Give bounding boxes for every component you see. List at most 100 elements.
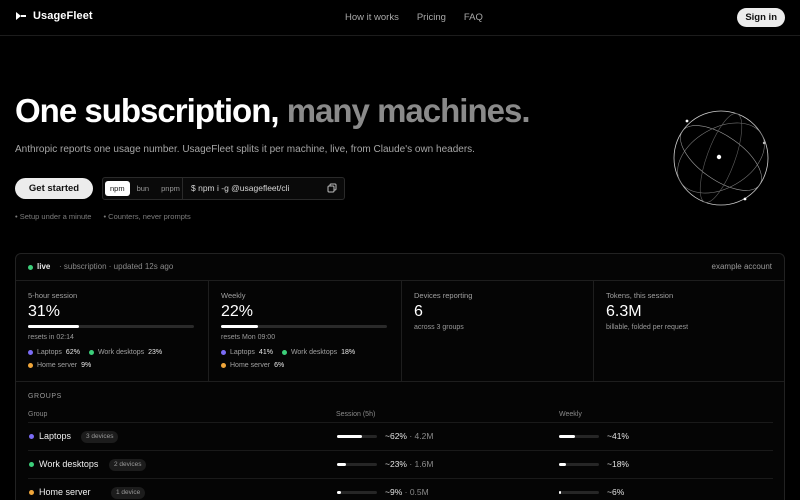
- usage-dashboard: live · subscription · updated 12s ago ex…: [15, 253, 785, 500]
- session-mini-fill: [337, 435, 362, 438]
- group-row-work-desktops[interactable]: Work desktops 2 devices ~23% · 1.6M ~18%: [28, 450, 773, 478]
- stats-row: 5-hour session 31% resets in 02:14 Lapto…: [16, 281, 784, 382]
- session-mini-bar: [337, 463, 377, 466]
- stat-meta: resets in 02:14: [28, 334, 74, 341]
- home-server-dot: [221, 363, 226, 368]
- stat-tokens: Tokens, this session 6.3M billable, fold…: [593, 281, 784, 382]
- weekly-mini-bar: [559, 435, 599, 438]
- weekly-mini-fill: [559, 491, 562, 494]
- column-header-weekly: Weekly: [559, 411, 582, 418]
- live-status-dot: [28, 265, 33, 270]
- tab-pnpm[interactable]: pnpm: [156, 181, 185, 196]
- brand[interactable]: UsageFleet: [15, 10, 93, 22]
- weekly-value: ~41%: [607, 431, 629, 441]
- note-counters: • Counters, never prompts: [103, 212, 191, 221]
- hero-title-main: One subscription,: [15, 92, 287, 129]
- stat-weekly: Weekly 22% resets Mon 09:00 Laptops 41% W…: [208, 281, 401, 382]
- session-pct: ~62%: [385, 431, 407, 441]
- live-meta: · subscription · updated 12s ago: [59, 262, 174, 271]
- column-header-group: Group: [28, 411, 48, 418]
- hero-subtitle: Anthropic reports one usage number. Usag…: [15, 144, 475, 155]
- stat-value: 22%: [221, 303, 254, 320]
- example-account-label: example account: [711, 262, 772, 271]
- split-row: Home server 9%: [28, 362, 100, 369]
- group-name: Work desktops: [39, 459, 99, 469]
- stat-label: Weekly: [221, 291, 246, 300]
- group-row-laptops[interactable]: Laptops 3 devices ~62% · 4.2M ~41%: [28, 422, 773, 450]
- split-pct: 18%: [341, 349, 356, 356]
- stat-meta: billable, folded per request: [606, 324, 689, 331]
- split-pct: 9%: [81, 362, 92, 369]
- tab-bun[interactable]: bun: [132, 181, 155, 196]
- copy-icon[interactable]: [327, 183, 337, 193]
- group-dot: [29, 462, 34, 467]
- session-value: ~23% · 1.6M: [385, 459, 433, 469]
- split-pct: 62%: [65, 349, 80, 356]
- main-nav: How it works Pricing FAQ: [345, 12, 483, 23]
- groups-section-title: GROUPS: [28, 393, 62, 400]
- session-pct: ~23%: [385, 459, 407, 469]
- session-mini-bar: [337, 435, 377, 438]
- sign-in-button[interactable]: Sign in: [737, 8, 785, 27]
- work-desktops-dot: [88, 350, 94, 355]
- package-manager-tabs: npm bun pnpm: [105, 181, 185, 196]
- session-mini-fill: [337, 491, 341, 494]
- split-pct: 6%: [274, 362, 285, 369]
- group-dot: [29, 490, 34, 495]
- usagefleet-logo-icon: [16, 12, 26, 20]
- brand-name: UsageFleet: [33, 10, 93, 22]
- laptops-dot: [221, 350, 226, 355]
- weekly-value: ~6%: [607, 487, 625, 497]
- get-started-button[interactable]: Get started: [15, 178, 93, 199]
- session-pct: ~9%: [385, 487, 403, 497]
- session-tokens: · 0.5M: [404, 487, 429, 497]
- divider: [182, 178, 183, 199]
- stat-label: Devices reporting: [414, 291, 473, 300]
- group-dot: [29, 434, 34, 439]
- weekly-mini-fill: [559, 435, 576, 438]
- split-name: Home server: [230, 362, 271, 369]
- stat-label: 5-hour session: [28, 291, 78, 300]
- work-desktops-dot: [281, 350, 287, 355]
- top-navigation: UsageFleet How it works Pricing FAQ Sign…: [0, 0, 800, 36]
- device-count-badge: 3 devices: [81, 431, 119, 443]
- group-row-home-server[interactable]: Home server 1 device ~9% · 0.5M ~6%: [28, 478, 773, 500]
- split-pct: 23%: [148, 349, 163, 356]
- device-count-badge: 1 device: [111, 487, 146, 499]
- split-name: Laptops: [230, 349, 255, 356]
- split-name: Home server: [37, 362, 78, 369]
- hero-notes: • Setup under a minute • Counters, never…: [15, 212, 191, 221]
- stat-devices: Devices reporting 6 across 3 groups: [401, 281, 593, 382]
- group-name: Home server: [39, 487, 91, 497]
- weekly-mini-fill: [559, 463, 567, 466]
- hero-title-dim: many machines.: [286, 92, 531, 129]
- stat-label: Tokens, this session: [606, 291, 674, 300]
- stat-session: 5-hour session 31% resets in 02:14 Lapto…: [16, 281, 208, 382]
- session-mini-bar: [337, 491, 377, 494]
- device-count-badge: 2 devices: [109, 459, 147, 471]
- weekly-progress-fill: [221, 325, 258, 328]
- weekly-mini-bar: [559, 463, 599, 466]
- stat-value: 6.3M: [606, 303, 642, 320]
- home-server-dot: [28, 363, 33, 368]
- note-setup: • Setup under a minute: [15, 212, 92, 221]
- column-header-session: Session (5h): [336, 411, 376, 418]
- note-setup-text: Setup under a minute: [19, 212, 92, 221]
- split-name: Laptops: [37, 349, 62, 356]
- stat-value: 6: [414, 303, 423, 320]
- session-progress-bar: [28, 325, 194, 328]
- tab-npm[interactable]: npm: [105, 181, 130, 196]
- nav-faq[interactable]: FAQ: [464, 12, 483, 23]
- split-row: Laptops 62% Work desktops 23%: [28, 349, 171, 356]
- split-name: Work desktops: [290, 349, 338, 356]
- nav-pricing[interactable]: Pricing: [417, 12, 446, 23]
- stat-value: 31%: [28, 303, 61, 320]
- session-value: ~62% · 4.2M: [385, 431, 433, 441]
- session-value: ~9% · 0.5M: [385, 487, 429, 497]
- session-tokens: · 4.2M: [409, 431, 434, 441]
- weekly-progress-bar: [221, 325, 387, 328]
- weekly-value: ~18%: [607, 459, 629, 469]
- nav-how-it-works[interactable]: How it works: [345, 12, 399, 23]
- stat-meta: resets Mon 09:00: [221, 334, 276, 341]
- session-tokens: · 1.6M: [409, 459, 434, 469]
